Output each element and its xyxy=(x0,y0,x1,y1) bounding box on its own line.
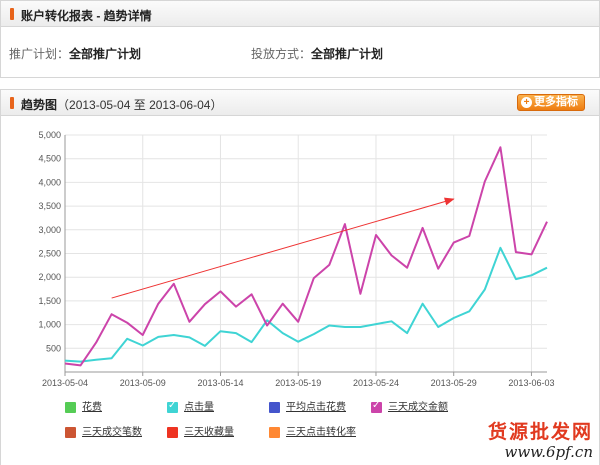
method-label: 投放方式： xyxy=(251,47,312,61)
y-tick-label: 1,500 xyxy=(38,296,61,306)
x-tick-label: 2013-05-09 xyxy=(120,378,166,388)
y-tick-label: 500 xyxy=(46,343,61,353)
method-filter: 投放方式：全部推广计划 xyxy=(251,45,383,62)
legend-label[interactable]: 三天收藏量 xyxy=(184,426,234,439)
trend-line-chart: 5,000 4,500 4,000 3,500 3,000 2,500 2,000 1,500… xyxy=(38,130,554,388)
legend-color-swatch[interactable] xyxy=(269,427,280,438)
plan-value[interactable]: 全部推广计划 xyxy=(69,47,141,61)
x-tick-label: 2013-05-29 xyxy=(431,378,477,388)
y-tick-label: 3,000 xyxy=(38,225,61,235)
panel-header: 账户转化报表 - 趋势详情 xyxy=(1,1,599,27)
chart-series xyxy=(64,146,548,367)
y-tick-label: 5,000 xyxy=(38,130,61,140)
trend-arrow xyxy=(111,197,455,299)
panel-title: 账户转化报表 - 趋势详情 xyxy=(21,9,152,23)
series-line-1 xyxy=(64,246,548,363)
legend-color-swatch[interactable]: ✓ xyxy=(167,400,178,413)
trend-chart-panel: 趋势图（2013-05-04 至 2013-06-04） + 更多指标 5,000… xyxy=(0,89,600,465)
legend-color-swatch[interactable] xyxy=(167,427,178,438)
report-header-panel: 账户转化报表 - 趋势详情 推广计划：全部推广计划 投放方式：全部推广计划 xyxy=(0,0,600,78)
legend-color-swatch[interactable]: ✓ xyxy=(371,400,382,413)
watermark-text: 货源批发网 xyxy=(487,421,593,443)
y-tick-label: 1,000 xyxy=(38,320,61,330)
legend-label[interactable]: 三天成交金额 xyxy=(388,401,448,414)
y-tick-label: 4,500 xyxy=(38,154,61,164)
chart-annotation xyxy=(111,197,455,299)
x-tick-label: 2013-05-14 xyxy=(197,378,243,388)
check-icon: ✓ xyxy=(168,400,177,411)
legend-label[interactable]: 三天点击转化率 xyxy=(286,426,356,439)
chart-grid xyxy=(64,134,547,372)
legend-label[interactable]: 点击量 xyxy=(184,401,214,414)
x-tick-label: 2013-05-04 xyxy=(42,378,88,388)
x-tick-label: 2013-05-24 xyxy=(353,378,399,388)
check-icon: ✓ xyxy=(372,400,381,411)
legend-label[interactable]: 三天成交笔数 xyxy=(82,426,142,439)
legend-color-swatch[interactable] xyxy=(269,402,280,413)
series-line-2 xyxy=(64,146,548,367)
watermark: 货源批发网 www.6pf.cn xyxy=(488,421,593,461)
y-tick-label: 2,000 xyxy=(38,272,61,282)
x-tick-label: 2013-06-03 xyxy=(508,378,554,388)
legend-label[interactable]: 花费 xyxy=(82,401,102,414)
y-tick-label: 4,000 xyxy=(38,177,61,187)
header-marker xyxy=(10,8,14,20)
plan-label: 推广计划： xyxy=(9,47,70,61)
legend-label[interactable]: 平均点击花费 xyxy=(286,401,346,414)
y-tick-label: 2,500 xyxy=(38,249,61,259)
y-axis: 5,000 4,500 4,000 3,500 3,000 2,500 2,000 1,500… xyxy=(38,130,66,372)
x-tick-label: 2013-05-19 xyxy=(275,378,321,388)
legend-color-swatch[interactable] xyxy=(65,402,76,413)
method-value[interactable]: 全部推广计划 xyxy=(311,47,383,61)
y-tick-label: 3,500 xyxy=(38,201,61,211)
plan-filter: 推广计划：全部推广计划 xyxy=(9,45,141,62)
x-axis: 2013-05-04 2013-05-09 2013-05-14 2013-05-19… xyxy=(42,371,554,388)
watermark-url: www.6pf.cn xyxy=(504,443,594,461)
legend-color-swatch[interactable] xyxy=(65,427,76,438)
